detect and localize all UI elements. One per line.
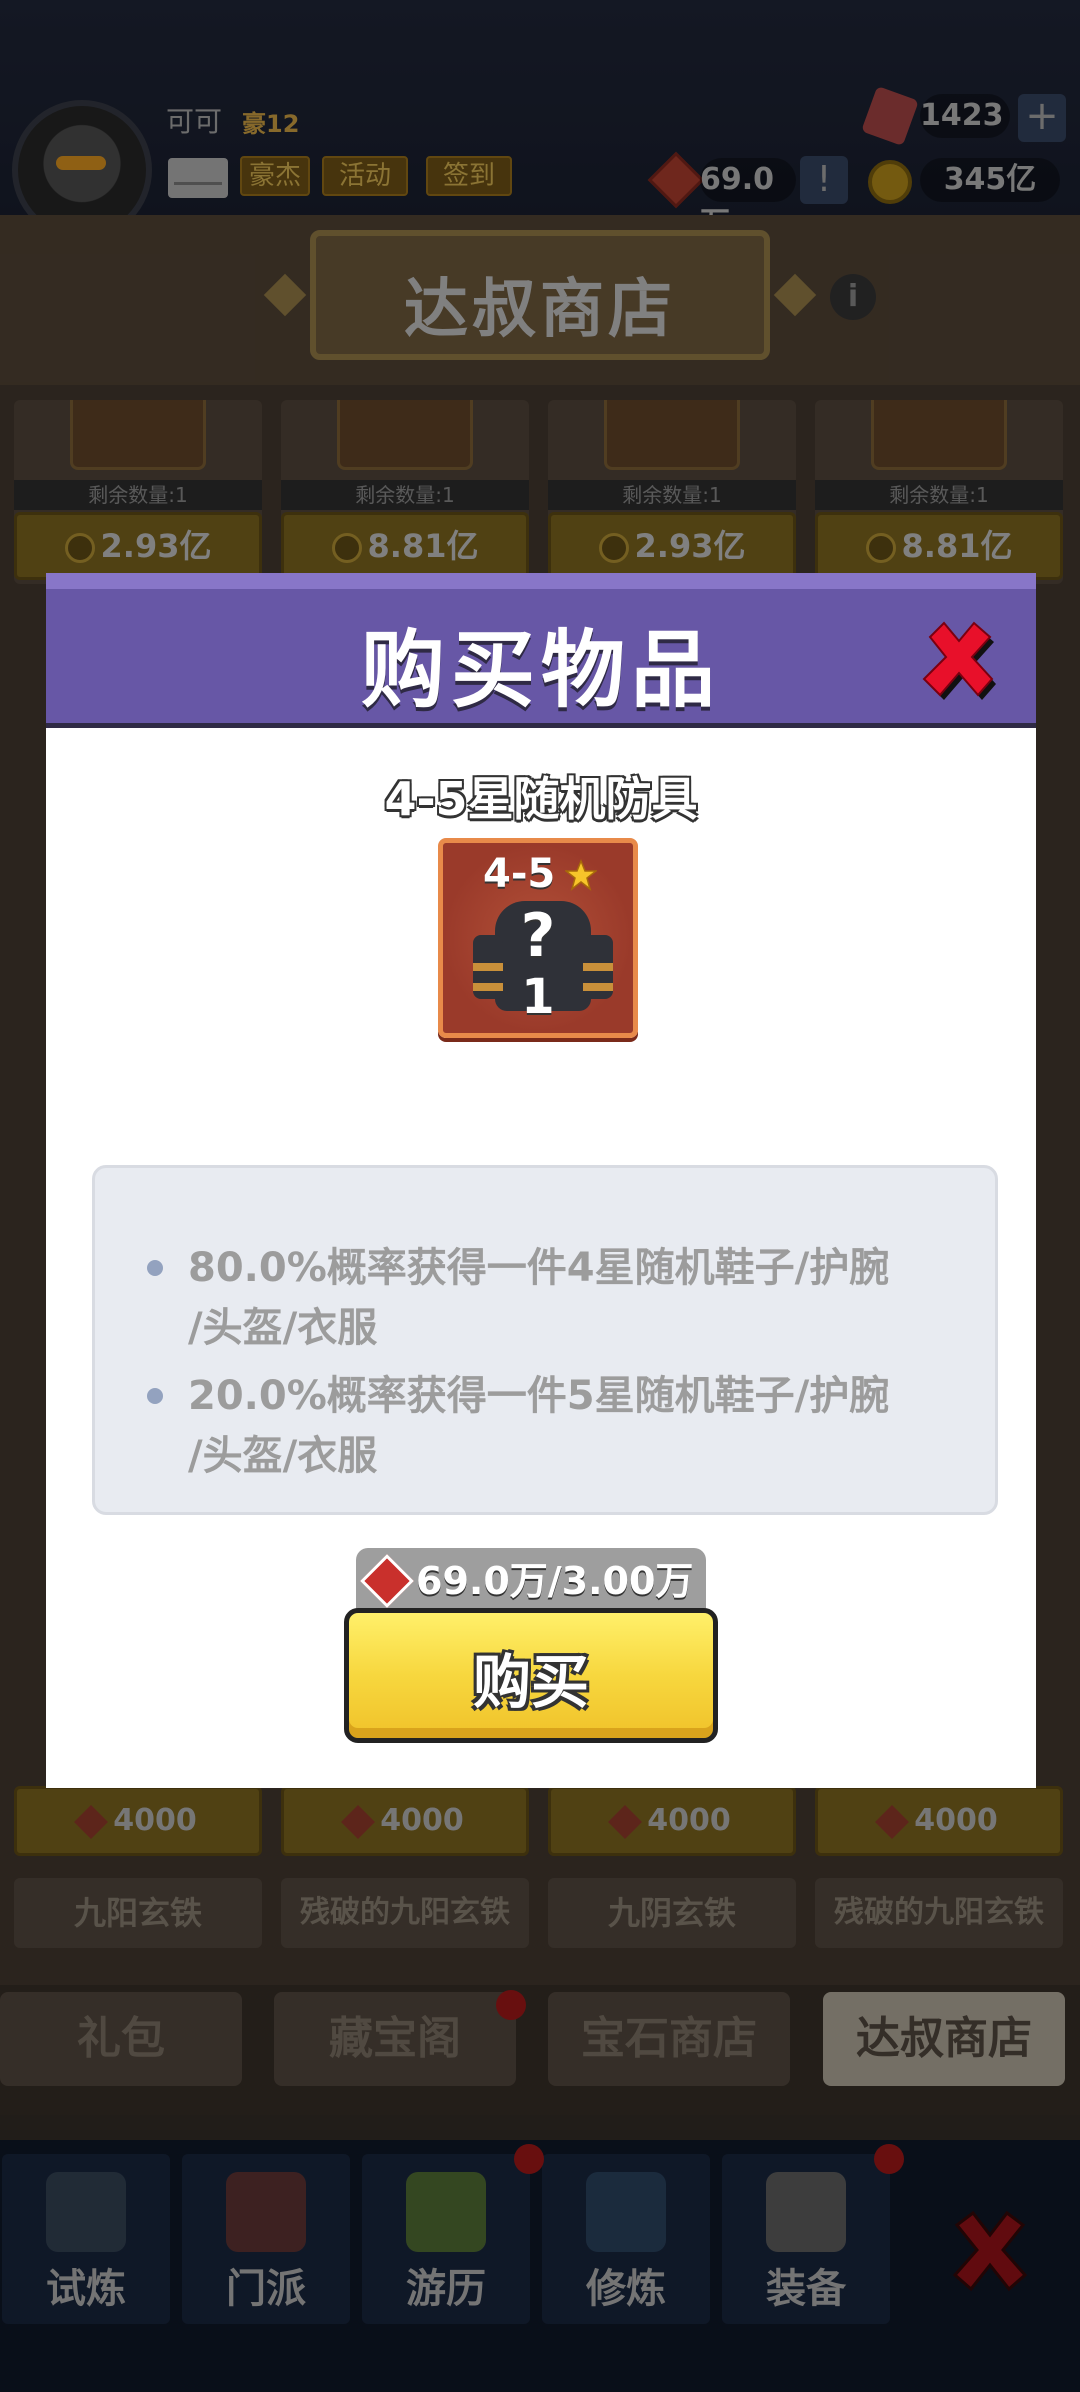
token-icon — [360, 1554, 414, 1608]
question-mark: ? — [520, 901, 556, 971]
dialog-title: 购买物品 — [360, 621, 721, 719]
cost-label: 69.0万/3.00万 — [416, 1559, 694, 1603]
buy-button-label: 购买 — [472, 1648, 589, 1716]
item-quantity: 1 — [521, 969, 555, 1025]
cost-display: 69.0万/3.00万 — [356, 1548, 706, 1614]
purchase-dialog: 购买物品 4-5星随机防具 4-5 ? 1 80.0%概率获得一件4星随机鞋子/… — [46, 573, 1036, 1788]
description-line: /头盔/衣服 — [188, 1433, 378, 1479]
description-line: 20.0%概率获得一件5星随机鞋子/护腕 — [188, 1373, 890, 1419]
dialog-header: 购买物品 — [46, 573, 1036, 728]
description-line: 80.0%概率获得一件4星随机鞋子/护腕 — [188, 1245, 890, 1291]
bullet-icon — [147, 1260, 163, 1276]
description-line: /头盔/衣服 — [188, 1305, 378, 1351]
item-name: 4-5星随机防具 — [384, 772, 698, 826]
probability-description: 80.0%概率获得一件4星随机鞋子/护腕 /头盔/衣服 20.0%概率获得一件5… — [92, 1165, 998, 1515]
buy-button[interactable]: 购买 — [344, 1608, 718, 1743]
armor-item-icon: 4-5 ? 1 — [438, 838, 638, 1038]
star-icon — [565, 859, 597, 891]
close-icon[interactable] — [916, 615, 1002, 701]
bullet-icon — [147, 1388, 163, 1404]
star-range-label: 4-5 — [483, 851, 556, 897]
